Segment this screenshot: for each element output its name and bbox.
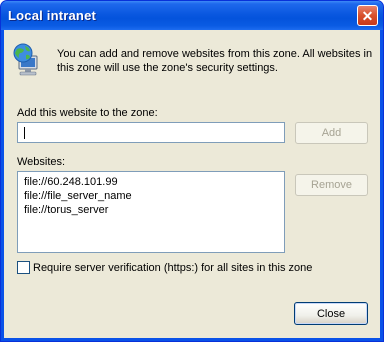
window-title: Local intranet [8,8,97,23]
add-website-input[interactable] [17,122,285,143]
globe-computer-icon [13,43,38,76]
list-item[interactable]: file://60.248.101.99 [24,175,284,189]
add-button[interactable]: Add [295,122,368,144]
close-icon: ✕ [361,7,374,24]
verification-row[interactable]: Require server verification (https:) for… [17,261,312,274]
remove-button[interactable]: Remove [295,174,368,196]
close-button[interactable]: Close [294,302,368,325]
text-caret [24,127,25,139]
title-bar[interactable]: Local intranet ✕ [1,1,383,30]
websites-label: Websites: [17,156,66,168]
list-item[interactable]: file://torus_server [24,203,284,217]
title-close-button[interactable]: ✕ [357,5,378,26]
list-item[interactable]: file://file_server_name [24,189,284,203]
add-website-label: Add this website to the zone: [17,107,158,119]
dialog-body: You can add and remove websites from thi… [4,30,380,338]
verification-checkbox[interactable] [17,261,30,274]
dialog-window: Local intranet ✕ You can add and remove … [0,0,384,342]
verification-label[interactable]: Require server verification (https:) for… [33,262,312,274]
zone-info-text: You can add and remove websites from thi… [57,48,373,74]
websites-list[interactable]: file://60.248.101.99 file://file_server_… [17,171,285,253]
